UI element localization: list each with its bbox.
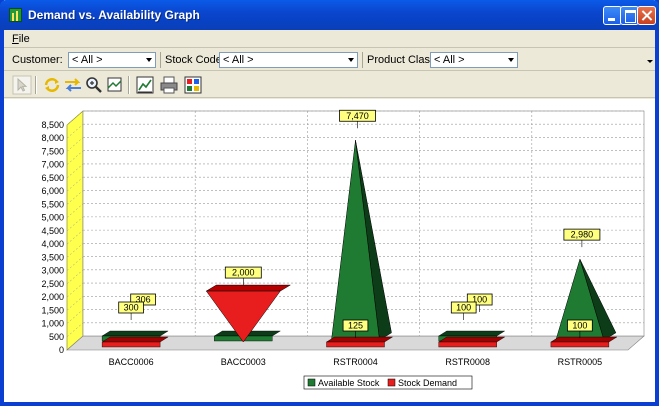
zoom-window-icon[interactable] [105,75,125,95]
stock-code-label: Stock Code: [165,54,225,66]
y-tick-label: 3,000 [41,266,64,276]
separator [160,52,161,68]
customer-select[interactable]: < All > [68,52,156,68]
stock-demand-data-label: 125 [348,321,363,331]
stock-demand-data-label: 100 [456,303,471,313]
available-stock-data-label: 2,980 [571,230,594,240]
legend-label: Stock Demand [398,378,457,388]
chevron-down-icon [348,58,354,62]
y-tick-label: 6,000 [41,186,64,196]
y-tick-label: 8,500 [41,120,64,130]
y-tick-label: 6,500 [41,173,64,183]
chevron-down-icon [508,58,514,62]
y-tick-label: 8,000 [41,133,64,143]
stock-demand-data-label: 100 [572,321,587,331]
y-tick-label: 1,500 [41,305,64,315]
stock-demand-bar-top [550,336,618,343]
window-title: Demand vs. Availability Graph [28,8,200,22]
toolbar-overflow-icon[interactable] [647,60,653,63]
demand-availability-chart: 0 500 1,000 1,500 2,000 2,500 3,000 3,500 4,000 4… [41,109,645,390]
available-stock-data-label: 7,470 [346,111,369,121]
stock-demand-bar-top [205,284,292,292]
zoom-icon[interactable] [84,75,104,95]
product-class-label: Product Class: [367,54,439,66]
product-class-value: < All > [434,54,465,66]
legend-swatch [387,378,396,387]
chart-edit-icon[interactable] [135,75,155,95]
left-wall [66,110,84,351]
menu-file[interactable]: File [12,33,30,45]
legend-swatch [307,378,316,387]
separator [35,76,37,94]
y-tick-label: 2,000 [41,292,64,302]
y-tick-label: 4,000 [41,239,64,249]
separator [362,52,363,68]
y-tick-label: 1,000 [41,319,64,329]
menu-bar: File [4,30,655,48]
stock-demand-bar-top [101,336,169,343]
stock-demand-bar-top [438,336,506,343]
app-chart-icon [9,8,22,22]
chevron-down-icon [146,58,152,62]
available-stock-bar-top [101,330,169,337]
print-icon[interactable] [159,75,179,95]
y-tick-label: 500 [49,332,64,342]
pointer-icon[interactable] [12,75,32,95]
x-category-label: BACC0006 [109,357,154,367]
close-button[interactable] [637,6,656,25]
app-window: Demand vs. Availability Graph File Custo… [0,0,659,406]
product-class-select[interactable]: < All > [430,52,518,68]
tool-bar [4,72,655,98]
y-tick-label: 7,500 [41,146,64,156]
chart-area: 0 500 1,000 1,500 2,000 2,500 3,000 3,500 4,000 4… [4,99,655,402]
stock-demand-bar [101,341,161,348]
separator [128,76,130,94]
y-tick-label: 5,000 [41,213,64,223]
x-category-label: RSTR0005 [558,357,603,367]
palette-icon[interactable] [183,75,203,95]
filter-bar: Customer: < All > Stock Code: < All > Pr… [4,49,655,71]
stock-demand-data-label: 300 [124,303,139,313]
y-tick-label: 3,500 [41,252,64,262]
stock-demand-bar [550,341,610,348]
stock-demand-bar [438,341,497,348]
y-tick-label: 4,500 [41,226,64,236]
customer-value: < All > [72,54,103,66]
swap-icon[interactable] [63,75,83,95]
y-tick-label: 2,500 [41,279,64,289]
y-tick-label: 7,000 [41,160,64,170]
stock-demand-data-label: 2,000 [232,268,255,278]
x-category-label: RSTR0004 [333,357,378,367]
y-tick-label: 0 [59,345,64,355]
title-bar[interactable]: Demand vs. Availability Graph [0,0,659,30]
stock-demand-bar-top [325,336,394,343]
y-tick-label: 5,500 [41,199,64,209]
refresh-icon[interactable] [42,75,62,95]
stock-code-value: < All > [223,54,254,66]
legend-label: Available Stock [318,378,380,388]
x-category-label: RSTR0008 [445,357,490,367]
stock-demand-bar [326,341,385,348]
x-category-label: BACC0003 [221,357,266,367]
available-stock-bar-top [438,330,506,337]
customer-label: Customer: [12,54,63,66]
stock-code-select[interactable]: < All > [219,52,358,68]
